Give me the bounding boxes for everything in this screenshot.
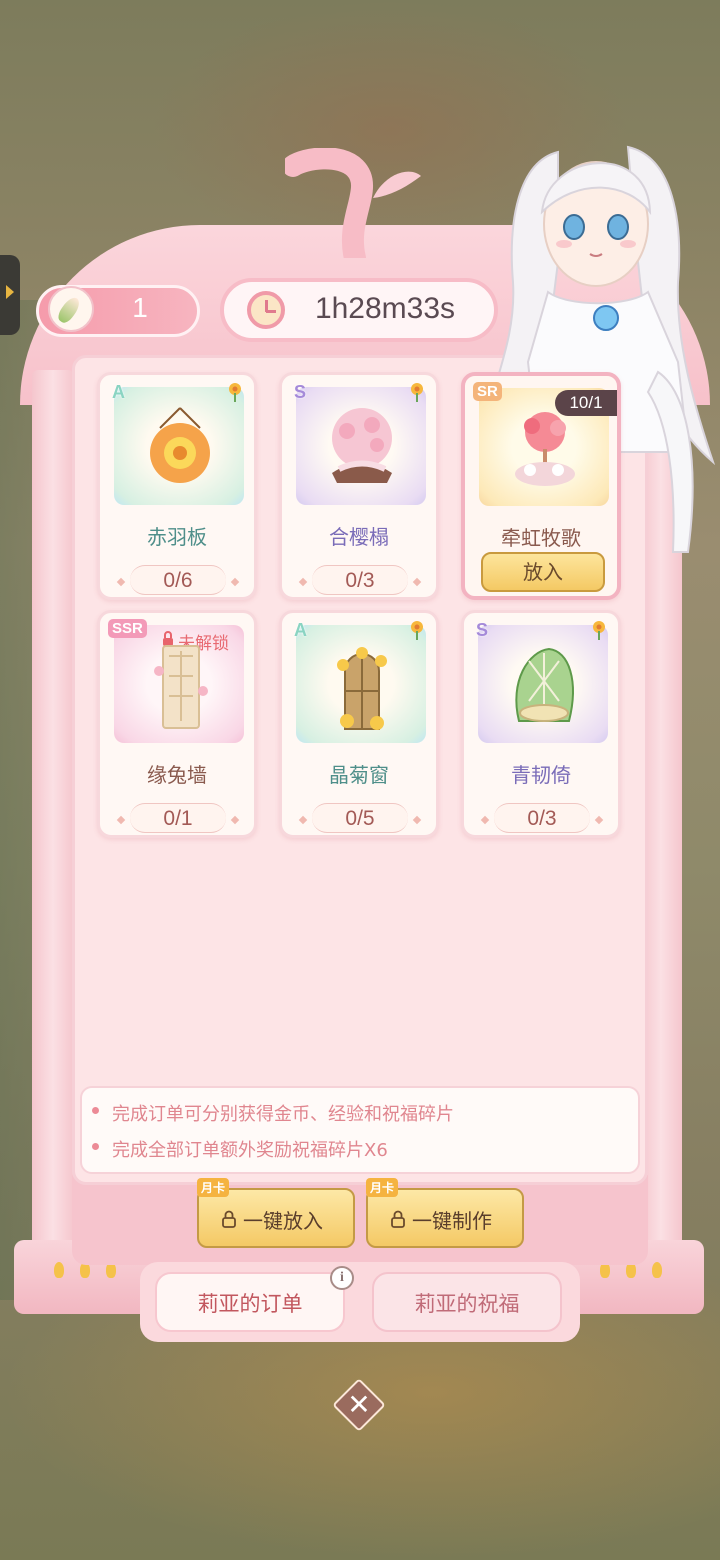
feather-icon — [48, 286, 94, 332]
month-card-tag: 月卡 — [197, 1178, 230, 1197]
order-card[interactable]: S 合樱榻 0/3 — [279, 372, 439, 600]
sprout-ornament-icon — [285, 148, 421, 258]
info-icon[interactable]: i — [330, 1266, 354, 1290]
side-drawer-handle[interactable] — [0, 255, 20, 335]
lock-icon — [391, 1210, 405, 1228]
alarm-clock-icon — [247, 291, 285, 329]
lamp-icon — [652, 1262, 662, 1278]
sakura-couch-item-icon — [332, 408, 392, 483]
order-card-locked[interactable]: SSR 未解锁 缘兔墙 0/1 — [97, 610, 257, 838]
daisy-window-item-icon — [337, 647, 387, 730]
bunny-wall-item-icon — [154, 645, 208, 729]
rarity-badge: S — [476, 620, 489, 640]
quantity-progress: 0/3 — [312, 565, 408, 595]
tab-orders[interactable]: 莉亚的订单 — [155, 1272, 345, 1332]
flower-icon — [593, 621, 605, 640]
item-name: 合樱榻 — [329, 525, 389, 549]
info-line-bonus: 完成全部订单额外奖励祝福碎片X6 — [92, 1136, 388, 1162]
flower-icon — [229, 383, 241, 402]
wall-board-item-icon — [150, 407, 210, 483]
item-name: 青韧倚 — [511, 763, 571, 787]
left-pillar — [32, 370, 74, 1270]
item-name: 赤羽板 — [147, 525, 207, 549]
quick-put-label: 一键放入 — [243, 1209, 323, 1233]
panel-footer — [72, 1175, 648, 1265]
quick-put-button[interactable]: 月卡 一键放入 — [197, 1178, 355, 1248]
order-card[interactable]: S 青韧倚 0/3 — [461, 610, 621, 838]
item-name: 牵虹牧歌 — [501, 526, 581, 550]
quantity-progress: 0/5 — [312, 803, 408, 833]
rarity-badge: A — [112, 382, 125, 402]
chevron-right-icon — [6, 285, 14, 299]
close-icon[interactable]: ✕ — [340, 1386, 378, 1424]
order-card[interactable]: A 晶菊窗 0/5 — [279, 610, 439, 838]
rarity-badge: SR — [473, 382, 502, 401]
flower-icon — [411, 621, 423, 640]
item-name: 晶菊窗 — [329, 763, 389, 787]
quantity-progress: 0/1 — [130, 803, 226, 833]
rarity-badge: A — [294, 620, 307, 640]
countdown-timer: 1h28m33s — [314, 292, 456, 325]
order-card[interactable]: A 赤羽板 0/6 — [97, 372, 257, 600]
quick-make-button[interactable]: 月卡 一键制作 — [366, 1178, 524, 1248]
quantity-progress: 0/6 — [130, 565, 226, 595]
quantity-progress: 0/3 — [494, 803, 590, 833]
flower-icon — [411, 383, 423, 402]
put-in-button[interactable]: 放入 — [481, 552, 605, 592]
order-info-box: 完成订单可分别获得金币、经验和祝福碎片 完成全部订单额外奖励祝福碎片X6 — [80, 1086, 640, 1174]
rarity-badge: S — [294, 382, 307, 402]
item-name: 缘兔墙 — [147, 763, 207, 787]
lock-icon — [222, 1210, 236, 1228]
order-card-selected[interactable]: SR 10/1 牵虹牧歌 放入 — [461, 372, 621, 600]
quick-make-label: 一键制作 — [412, 1209, 492, 1233]
feather-count: 1 — [132, 292, 148, 323]
tab-blessing[interactable]: 莉亚的祝福 — [372, 1272, 562, 1332]
rarity-badge: SSR — [108, 619, 147, 638]
lamp-icon — [54, 1262, 64, 1278]
month-card-tag: 月卡 — [366, 1178, 399, 1197]
rainbow-pasture-item-icon — [515, 412, 575, 486]
info-line-rewards: 完成订单可分别获得金币、经验和祝福碎片 — [92, 1100, 454, 1126]
green-chair-item-icon — [515, 647, 574, 722]
